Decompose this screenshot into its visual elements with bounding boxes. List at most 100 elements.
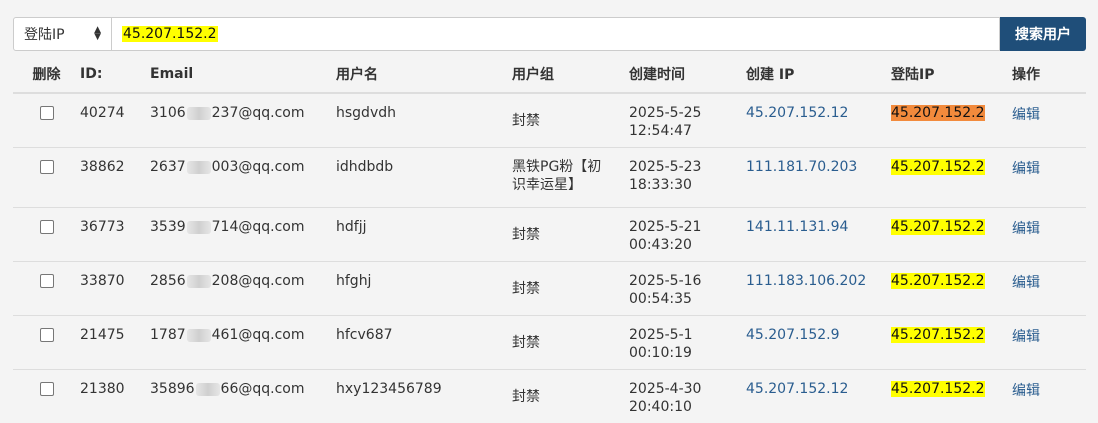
user-id: 38862 bbox=[80, 148, 150, 176]
user-email: 2637003@qq.com bbox=[150, 148, 336, 176]
delete-checkbox[interactable] bbox=[40, 274, 54, 288]
created-date: 2025-5-23 bbox=[629, 158, 746, 176]
create-ip: 111.181.70.203 bbox=[746, 148, 891, 176]
email-cell: 1787461@qq.com bbox=[150, 316, 336, 370]
user-group: 封禁 bbox=[512, 94, 629, 130]
header-create-ip: 创建 IP bbox=[746, 56, 891, 93]
user-username: hxy123456789 bbox=[336, 370, 512, 398]
created-cell: 2025-5-2100:43:20 bbox=[629, 208, 746, 262]
id-cell: 21380 bbox=[80, 370, 150, 423]
create-ip: 45.207.152.9 bbox=[746, 316, 891, 344]
login-ip-cell: 45.207.152.2 bbox=[891, 93, 1012, 148]
user-table: 删除 ID: Email 用户名 用户组 创建时间 创建 IP 登陆IP 操作 … bbox=[13, 56, 1086, 423]
user-email: 2856208@qq.com bbox=[150, 262, 336, 290]
table-row: 338702856208@qq.comhfghj封禁2025-5-1600:54… bbox=[13, 262, 1086, 316]
email-prefix: 2637 bbox=[150, 159, 186, 175]
created-datetime: 2025-5-100:10:19 bbox=[629, 316, 746, 362]
created-datetime: 2025-5-2318:33:30 bbox=[629, 148, 746, 194]
username-cell: idhdbdb bbox=[336, 148, 512, 208]
search-field-select-value: 登陆IP bbox=[24, 24, 65, 44]
table-header-row: 删除 ID: Email 用户名 用户组 创建时间 创建 IP 登陆IP 操作 bbox=[13, 56, 1086, 93]
table-row: 213803589666@qq.comhxy123456789封禁2025-4-… bbox=[13, 370, 1086, 423]
create-ip: 111.183.106.202 bbox=[746, 262, 891, 290]
delete-cell bbox=[13, 262, 80, 316]
user-email: 3589666@qq.com bbox=[150, 370, 336, 398]
create-ip: 45.207.152.12 bbox=[746, 94, 891, 122]
id-cell: 36773 bbox=[80, 208, 150, 262]
login-ip: 45.207.152.2 bbox=[891, 381, 985, 397]
redaction-blur bbox=[187, 275, 211, 288]
create-ip-cell: 45.207.152.9 bbox=[746, 316, 891, 370]
select-arrows-icon: ▲▼ bbox=[94, 27, 101, 41]
created-time: 20:40:10 bbox=[629, 398, 746, 416]
create-ip-cell: 111.183.106.202 bbox=[746, 262, 891, 316]
delete-cell bbox=[13, 93, 80, 148]
user-username: hdfjj bbox=[336, 208, 512, 236]
delete-cell bbox=[13, 148, 80, 208]
table-row: 214751787461@qq.comhfcv687封禁2025-5-100:1… bbox=[13, 316, 1086, 370]
email-cell: 3539714@qq.com bbox=[150, 208, 336, 262]
search-input[interactable]: 45.207.152.2 bbox=[112, 17, 1000, 51]
group-cell: 封禁 bbox=[512, 93, 629, 148]
username-cell: hdfjj bbox=[336, 208, 512, 262]
created-datetime: 2025-5-2512:54:47 bbox=[629, 94, 746, 140]
create-ip-cell: 45.207.152.12 bbox=[746, 370, 891, 423]
edit-link[interactable]: 编辑 bbox=[1012, 262, 1086, 292]
user-email: 3106237@qq.com bbox=[150, 94, 336, 122]
login-ip-cell: 45.207.152.2 bbox=[891, 370, 1012, 423]
create-ip-cell: 45.207.152.12 bbox=[746, 93, 891, 148]
edit-link[interactable]: 编辑 bbox=[1012, 316, 1086, 346]
delete-checkbox[interactable] bbox=[40, 106, 54, 120]
created-time: 00:43:20 bbox=[629, 236, 746, 254]
edit-link[interactable]: 编辑 bbox=[1012, 208, 1086, 238]
table-row: 402743106237@qq.comhsgdvdh封禁2025-5-2512:… bbox=[13, 93, 1086, 148]
create-ip-cell: 141.11.131.94 bbox=[746, 208, 891, 262]
user-group: 封禁 bbox=[512, 262, 629, 298]
user-group: 封禁 bbox=[512, 316, 629, 352]
group-cell: 封禁 bbox=[512, 316, 629, 370]
action-cell: 编辑 bbox=[1012, 316, 1086, 370]
group-cell: 封禁 bbox=[512, 208, 629, 262]
header-username: 用户名 bbox=[336, 56, 512, 93]
action-cell: 编辑 bbox=[1012, 370, 1086, 423]
email-cell: 3589666@qq.com bbox=[150, 370, 336, 423]
delete-checkbox[interactable] bbox=[40, 382, 54, 396]
edit-link[interactable]: 编辑 bbox=[1012, 370, 1086, 400]
group-cell: 封禁 bbox=[512, 262, 629, 316]
redaction-blur bbox=[187, 221, 211, 234]
user-group: 封禁 bbox=[512, 370, 629, 406]
edit-link[interactable]: 编辑 bbox=[1012, 148, 1086, 178]
email-cell: 2637003@qq.com bbox=[150, 148, 336, 208]
group-cell: 封禁 bbox=[512, 370, 629, 423]
created-cell: 2025-5-100:10:19 bbox=[629, 316, 746, 370]
login-ip-wrap: 45.207.152.2 bbox=[891, 208, 1012, 236]
login-ip: 45.207.152.2 bbox=[891, 159, 985, 175]
user-username: hfghj bbox=[336, 262, 512, 290]
login-ip: 45.207.152.2 bbox=[891, 327, 985, 343]
email-cell: 3106237@qq.com bbox=[150, 93, 336, 148]
id-cell: 33870 bbox=[80, 262, 150, 316]
header-created-time: 创建时间 bbox=[629, 56, 746, 93]
created-date: 2025-4-30 bbox=[629, 380, 746, 398]
table-row: 388622637003@qq.comidhdbdb黑铁PG粉【初识幸运星】20… bbox=[13, 148, 1086, 208]
edit-link[interactable]: 编辑 bbox=[1012, 94, 1086, 124]
delete-checkbox[interactable] bbox=[40, 220, 54, 234]
created-date: 2025-5-21 bbox=[629, 218, 746, 236]
login-ip-wrap: 45.207.152.2 bbox=[891, 94, 1012, 122]
user-id: 21380 bbox=[80, 370, 150, 398]
delete-checkbox[interactable] bbox=[40, 328, 54, 342]
create-ip: 141.11.131.94 bbox=[746, 208, 891, 236]
username-cell: hsgdvdh bbox=[336, 93, 512, 148]
user-username: idhdbdb bbox=[336, 148, 512, 176]
email-prefix: 3539 bbox=[150, 219, 186, 235]
created-date: 2025-5-16 bbox=[629, 272, 746, 290]
search-field-select[interactable]: 登陆IP ▲▼ bbox=[13, 17, 112, 51]
login-ip-wrap: 45.207.152.2 bbox=[891, 316, 1012, 344]
login-ip-wrap: 45.207.152.2 bbox=[891, 370, 1012, 398]
email-prefix: 35896 bbox=[150, 381, 195, 397]
delete-checkbox[interactable] bbox=[40, 160, 54, 174]
user-id: 36773 bbox=[80, 208, 150, 236]
search-user-button[interactable]: 搜索用户 bbox=[1000, 17, 1086, 51]
username-cell: hfcv687 bbox=[336, 316, 512, 370]
header-id: ID: bbox=[80, 56, 150, 93]
